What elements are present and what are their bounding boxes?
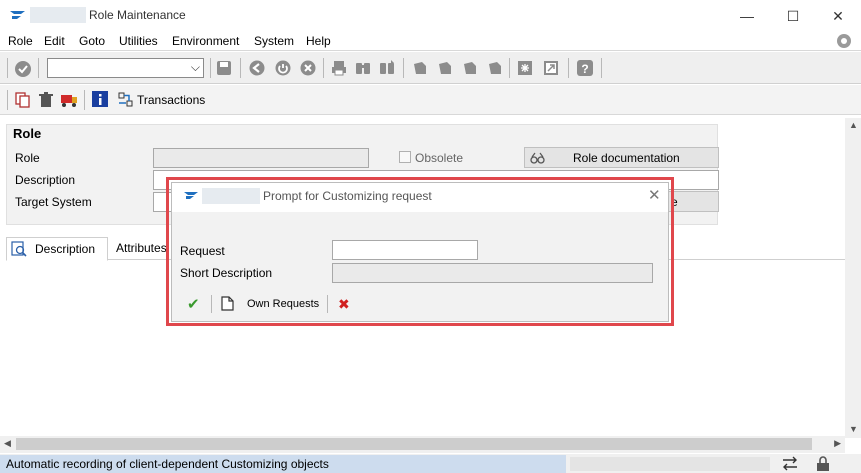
find-icon[interactable]	[355, 60, 371, 76]
close-button[interactable]: ✕	[815, 4, 861, 28]
minimize-button[interactable]: —	[724, 4, 770, 28]
menu-goto[interactable]: Goto	[79, 34, 105, 48]
target-system-label: Target System	[15, 195, 92, 209]
obsolete-label: Obsolete	[415, 151, 464, 165]
menu-system[interactable]: System	[254, 34, 294, 48]
obsolete-checkbox[interactable]	[399, 151, 411, 163]
scroll-up-icon[interactable]: ▲	[849, 120, 858, 130]
description-tab-icon	[11, 241, 27, 257]
exit-icon[interactable]	[275, 60, 291, 76]
next-page-icon[interactable]	[462, 60, 478, 76]
print-icon[interactable]	[331, 60, 347, 76]
back-icon[interactable]	[249, 60, 265, 76]
help-icon[interactable]: ?	[577, 60, 593, 76]
customize-layout-icon[interactable]	[836, 33, 852, 49]
horizontal-scroll-thumb[interactable]	[16, 438, 812, 450]
scroll-right-icon[interactable]: ▶	[834, 438, 841, 449]
highlight-frame	[166, 177, 674, 326]
sap-logo-icon	[10, 11, 25, 19]
tab-description[interactable]: Description	[6, 237, 108, 261]
application-toolbar: Transactions	[0, 85, 861, 115]
scroll-left-icon[interactable]: ◀	[4, 438, 11, 449]
tab-description-label: Description	[35, 242, 96, 256]
status-message: Automatic recording of client-dependent …	[0, 455, 566, 473]
menu-utilities[interactable]: Utilities	[119, 34, 158, 48]
menu-bar: Role Edit Goto Utilities Environment Sys…	[0, 31, 861, 51]
transactions-button[interactable]: Transactions	[137, 93, 205, 107]
copy-icon[interactable]	[15, 92, 31, 108]
transport-icon[interactable]	[60, 92, 78, 108]
menu-edit[interactable]: Edit	[44, 34, 65, 48]
vertical-scrollbar[interactable]: ▲ ▼	[845, 118, 861, 438]
save-icon[interactable]	[216, 60, 232, 76]
description-label: Description	[15, 173, 76, 187]
status-arrows-icon[interactable]	[781, 456, 799, 471]
documentation-glasses-icon	[530, 152, 545, 164]
delete-icon[interactable]	[38, 92, 54, 108]
svg-text:?: ?	[581, 62, 588, 76]
role-documentation-label: Role documentation	[573, 151, 680, 165]
tab-attributes[interactable]: Attributes	[116, 241, 167, 255]
enter-icon[interactable]	[14, 60, 32, 78]
role-label: Role	[15, 151, 40, 165]
redacted-system-name	[30, 7, 86, 23]
information-icon[interactable]	[92, 91, 108, 107]
create-session-icon[interactable]	[517, 60, 533, 76]
first-page-icon[interactable]	[412, 60, 428, 76]
role-field[interactable]	[153, 148, 369, 168]
menu-help[interactable]: Help	[306, 34, 331, 48]
transactions-icon[interactable]	[117, 91, 135, 109]
redacted-status-info	[570, 457, 770, 471]
window-title: Role Maintenance	[89, 8, 186, 22]
role-section-heading: Role	[13, 126, 42, 141]
chevron-down-icon[interactable]: ⌵	[191, 60, 200, 75]
shortcut-icon[interactable]	[543, 60, 559, 76]
previous-page-icon[interactable]	[437, 60, 453, 76]
maximize-button[interactable]: ☐	[770, 4, 816, 28]
cancel-icon[interactable]	[300, 60, 316, 76]
scroll-down-icon[interactable]: ▼	[849, 424, 858, 434]
lock-icon	[817, 456, 829, 471]
find-next-icon[interactable]	[379, 60, 395, 76]
menu-role[interactable]: Role	[8, 34, 33, 48]
last-page-icon[interactable]	[487, 60, 503, 76]
command-field[interactable]: ⌵	[47, 58, 204, 78]
menu-environment[interactable]: Environment	[172, 34, 239, 48]
role-documentation-button[interactable]: Role documentation	[524, 147, 719, 168]
